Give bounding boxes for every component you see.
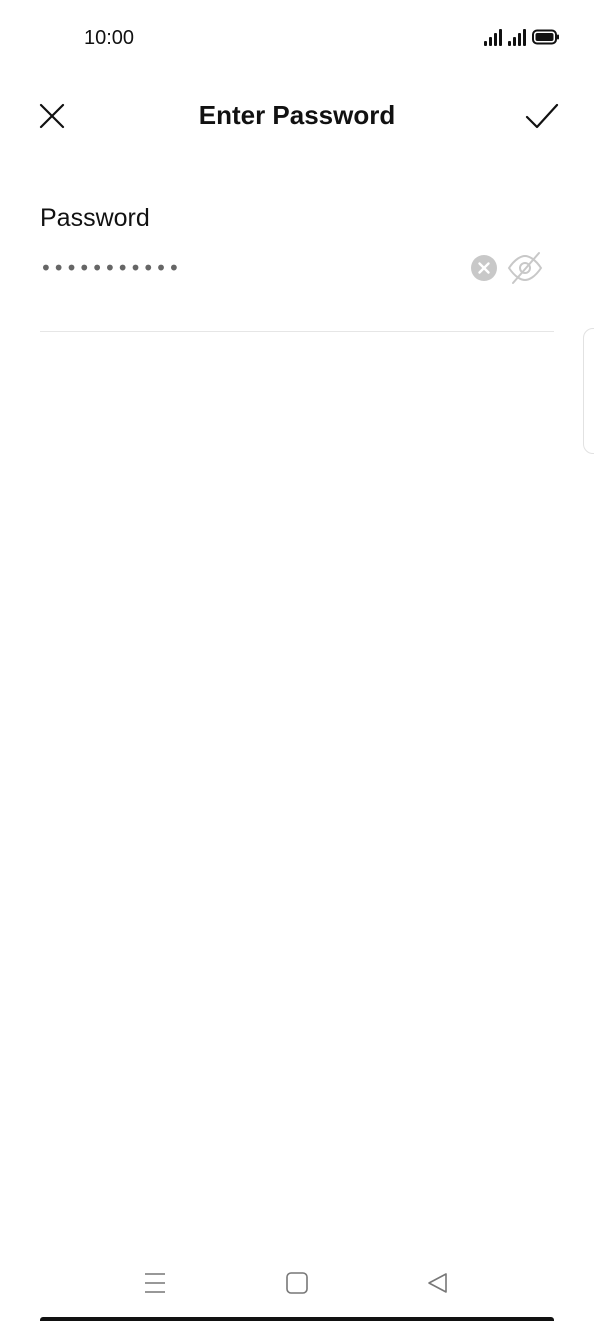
eye-off-icon[interactable]	[506, 249, 544, 287]
page-title: Enter Password	[198, 100, 396, 130]
confirm-button[interactable]	[518, 92, 566, 140]
signal-icon	[484, 28, 502, 46]
field-divider	[40, 331, 554, 332]
back-icon	[428, 1273, 447, 1293]
gesture-bar	[40, 1317, 554, 1321]
app-bar: Enter Password	[0, 86, 594, 146]
signal-icon	[508, 28, 526, 46]
menu-button[interactable]	[135, 1268, 175, 1298]
status-bar: 10:00	[0, 0, 594, 80]
password-label: Password	[40, 204, 150, 232]
back-button[interactable]	[418, 1268, 458, 1298]
home-button[interactable]	[277, 1268, 317, 1298]
status-time: 10:00	[84, 27, 135, 49]
clear-icon[interactable]	[470, 254, 498, 282]
edge-panel-handle[interactable]	[583, 328, 594, 454]
status-icons	[484, 28, 560, 46]
checkmark-icon	[525, 103, 559, 129]
battery-icon	[532, 29, 559, 45]
home-icon	[286, 1272, 308, 1294]
menu-icon	[145, 1273, 165, 1293]
password-input[interactable]	[40, 250, 460, 286]
navigation-bar	[0, 1250, 594, 1320]
